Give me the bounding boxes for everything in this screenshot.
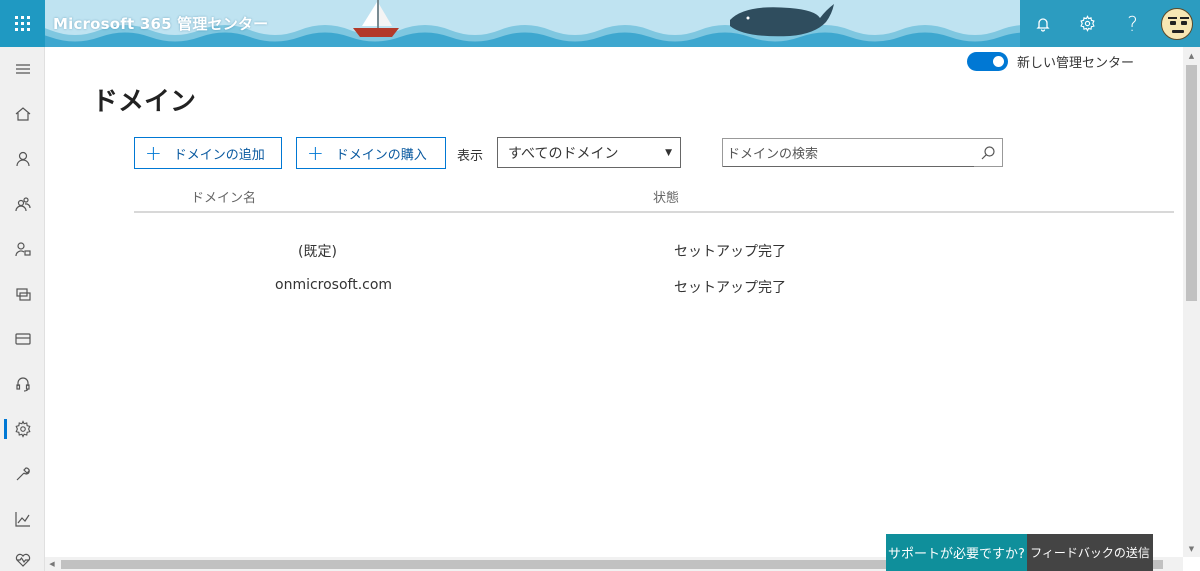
app-launcher-button[interactable] <box>0 0 45 47</box>
roles-icon <box>14 242 31 257</box>
column-header-domain[interactable]: ドメイン名 <box>191 187 256 206</box>
search-input[interactable]: ドメインの検索 <box>722 138 1003 167</box>
scroll-left-arrow[interactable]: ◀ <box>45 557 59 571</box>
add-domain-label: ドメインの追加 <box>173 147 265 163</box>
buy-domain-button[interactable]: + ドメインの購入 <box>296 137 446 169</box>
domain-name-cell[interactable]: (既定) <box>298 241 337 261</box>
help-icon: ? <box>1127 11 1138 36</box>
plus-icon: + <box>145 141 162 165</box>
domain-filter-dropdown[interactable]: すべてのドメイン ▼ <box>497 137 681 168</box>
nav-menu-toggle[interactable] <box>0 49 45 89</box>
main-content: 新しい管理センター ドメイン + ドメインの追加 + ドメインの購入 表示 すべ… <box>45 47 1183 557</box>
nav-reports[interactable] <box>0 499 45 539</box>
plus-icon: + <box>307 141 324 165</box>
help-button[interactable]: ? <box>1110 0 1155 47</box>
buy-domain-label: ドメインの購入 <box>335 147 427 163</box>
billing-icon <box>14 333 31 345</box>
menu-icon <box>15 64 30 74</box>
nav-support[interactable] <box>0 364 45 404</box>
left-nav-rail <box>0 47 45 571</box>
status-cell: セットアップ完了 <box>674 280 786 296</box>
bell-icon <box>1035 17 1050 32</box>
waffle-icon <box>15 16 30 31</box>
toggle-label: 新しい管理センター <box>1017 56 1135 71</box>
app-title[interactable]: Microsoft 365 管理センター <box>53 13 268 34</box>
add-domain-button[interactable]: + ドメインの追加 <box>134 137 282 169</box>
domain-name-cell[interactable]: onmicrosoft.com <box>275 277 392 293</box>
header-actions: ? <box>1020 0 1200 47</box>
column-header-status[interactable]: 状態 <box>653 187 679 206</box>
filter-label: 表示 <box>457 149 484 164</box>
page-title: ドメイン <box>92 87 197 117</box>
nav-users[interactable] <box>0 139 45 179</box>
support-icon <box>15 377 30 392</box>
groups-icon <box>14 197 31 212</box>
support-button[interactable]: サポートが必要ですか? <box>886 534 1027 571</box>
header-divider <box>134 211 1174 213</box>
avatar[interactable] <box>1161 7 1193 40</box>
nav-settings[interactable] <box>0 409 45 449</box>
user-icon <box>15 151 30 167</box>
scroll-down-arrow[interactable]: ▼ <box>1183 540 1200 557</box>
resources-icon <box>15 288 31 301</box>
caret-down-icon: ▼ <box>665 147 672 158</box>
nav-setup[interactable] <box>0 454 45 494</box>
nav-groups[interactable] <box>0 184 45 224</box>
nav-health[interactable] <box>0 540 45 571</box>
settings-button[interactable] <box>1065 0 1110 47</box>
nav-home[interactable] <box>0 94 45 134</box>
search-icon[interactable] <box>980 145 996 161</box>
reports-icon <box>14 512 30 527</box>
gear-icon <box>1080 15 1095 32</box>
filter-selected-value: すべてのドメイン <box>508 145 619 162</box>
vertical-scroll-thumb[interactable] <box>1186 65 1197 301</box>
search-placeholder: ドメインの検索 <box>727 147 819 162</box>
top-header: Microsoft 365 管理センター ? <box>0 0 1200 47</box>
nav-resources[interactable] <box>0 274 45 314</box>
status-cell: セットアップ完了 <box>674 244 786 260</box>
vertical-scrollbar[interactable]: ▲ ▼ <box>1183 47 1200 557</box>
scroll-up-arrow[interactable]: ▲ <box>1183 47 1200 64</box>
feedback-button[interactable]: フィードバックの送信 <box>1027 534 1153 571</box>
settings-icon <box>14 420 31 438</box>
health-icon <box>15 553 30 567</box>
nav-roles[interactable] <box>0 229 45 269</box>
setup-icon <box>16 467 30 481</box>
home-icon <box>15 107 30 121</box>
toggle-switch[interactable] <box>967 52 1008 71</box>
notifications-button[interactable] <box>1020 0 1065 47</box>
new-admin-center-toggle[interactable]: 新しい管理センター <box>967 52 1134 71</box>
nav-billing[interactable] <box>0 319 45 359</box>
